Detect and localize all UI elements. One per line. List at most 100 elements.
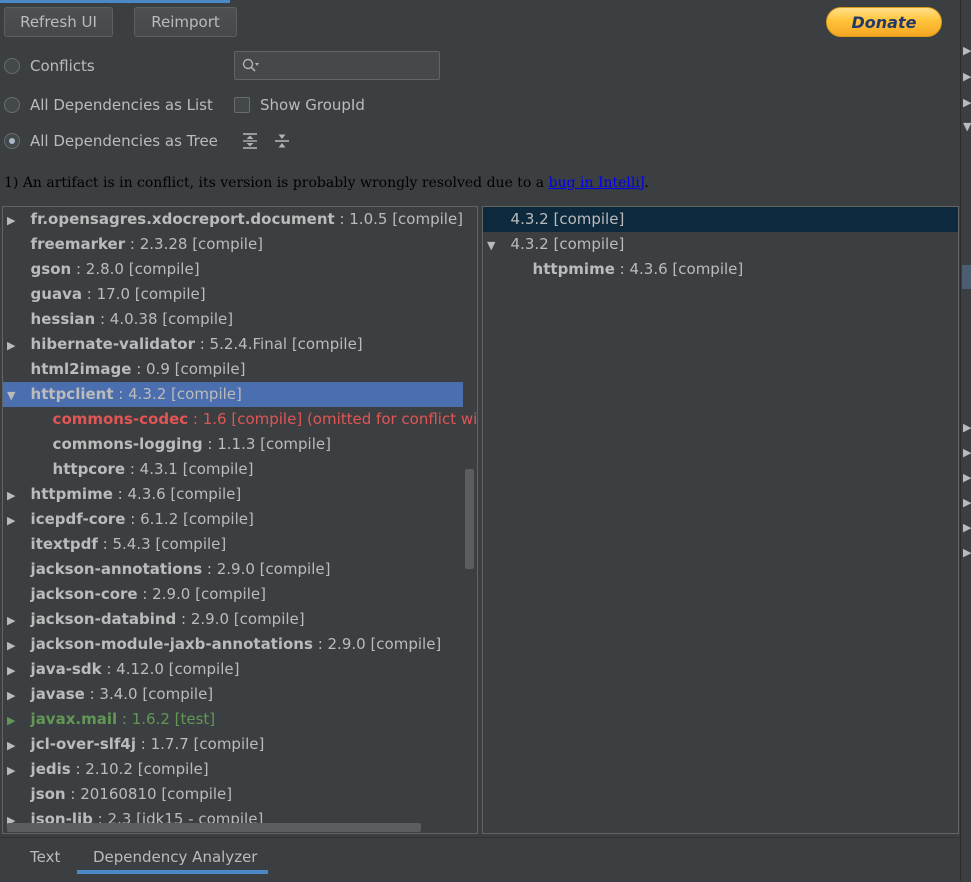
tree-row[interactable]: gson : 2.8.0 [compile] — [3, 257, 463, 282]
tree-row[interactable]: ▼ 4.3.2 [compile] — [483, 232, 958, 257]
collapse-arrow-icon[interactable]: ▼ — [7, 383, 21, 408]
expand-arrow-icon[interactable]: ▶ — [7, 208, 21, 233]
tree-row[interactable]: html2image : 0.9 [compile] — [3, 357, 463, 382]
tree-row[interactable]: ▶ icepdf-core : 6.1.2 [compile] — [3, 507, 463, 532]
radio-tree-indicator[interactable] — [4, 133, 20, 149]
artifact-name: jcl-over-slf4j — [30, 735, 137, 753]
tree-row[interactable]: json : 20160810 [compile] — [3, 782, 463, 807]
tree-row[interactable]: ▶ jackson-databind : 2.9.0 [compile] — [3, 607, 463, 632]
artifact-version: : 1.1.3 [compile] — [202, 435, 331, 453]
side-collapsed-icon[interactable]: ▶ — [963, 521, 971, 534]
tree-row[interactable]: ▶ httpmime : 4.3.6 [compile] — [3, 482, 463, 507]
tree-row[interactable]: ▶ javax.mail : 1.6.2 [test] — [3, 707, 463, 732]
expand-arrow-icon[interactable]: ▶ — [7, 508, 21, 533]
tab-text[interactable]: Text — [30, 846, 60, 868]
artifact-name: html2image — [30, 360, 132, 378]
search-icon[interactable] — [242, 58, 260, 74]
artifact-name: itextpdf — [30, 535, 98, 553]
expand-arrow-icon[interactable]: ▶ — [7, 483, 21, 508]
radio-all-as-list[interactable]: All Dependencies as List — [4, 94, 213, 116]
tree-row[interactable]: itextpdf : 5.4.3 [compile] — [3, 532, 463, 557]
radio-conflicts-indicator[interactable] — [4, 58, 20, 74]
donate-button[interactable]: Donate — [826, 7, 942, 37]
artifact-version: : 2.9.0 [compile] — [176, 610, 305, 628]
side-collapsed-icon[interactable]: ▶ — [963, 496, 971, 509]
notice-period: . — [644, 175, 649, 191]
reimport-button[interactable]: Reimport — [134, 7, 237, 37]
side-collapsed-icon[interactable]: ▶ — [963, 421, 971, 434]
usage-tree-panel[interactable]: 4.3.2 [compile] ▼ 4.3.2 [compile] httpmim… — [482, 206, 959, 834]
collapse-all-icon[interactable] — [272, 131, 292, 151]
expand-arrow-icon[interactable]: ▶ — [7, 758, 21, 783]
tree-row[interactable]: commons-codec : 1.6 [compile] (omitted f… — [3, 407, 477, 432]
active-tab-indicator — [77, 870, 268, 874]
artifact-version: : 5.2.4.Final [compile] — [194, 335, 363, 353]
tree-row[interactable]: ▶ jedis : 2.10.2 [compile] — [3, 757, 463, 782]
expand-arrow-icon[interactable]: ▶ — [7, 633, 21, 658]
tree-row[interactable]: ▶ hibernate-validator : 5.2.4.Final [com… — [3, 332, 463, 357]
artifact-version: : 4.12.0 [compile] — [101, 660, 240, 678]
radio-conflicts[interactable]: Conflicts — [4, 55, 95, 77]
tree-row[interactable]: guava : 17.0 [compile] — [3, 282, 463, 307]
show-groupid-checkbox[interactable]: Show GroupId — [234, 94, 365, 116]
artifact-version: : 4.0.38 [compile] — [95, 310, 234, 328]
tree-row[interactable]: ▶ java-sdk : 4.12.0 [compile] — [3, 657, 463, 682]
refresh-ui-button[interactable]: Refresh UI — [4, 7, 113, 37]
tree-row[interactable]: ▶ fr.opensagres.xdocreport.document : 1.… — [3, 207, 463, 232]
artifact-version: : 4.3.1 [compile] — [125, 460, 254, 478]
tree-row[interactable]: jackson-core : 2.9.0 [compile] — [3, 582, 463, 607]
tree-row[interactable]: jackson-annotations : 2.9.0 [compile] — [3, 557, 463, 582]
artifact-version: : 0.9 [compile] — [131, 360, 246, 378]
radio-list-indicator[interactable] — [4, 97, 20, 113]
show-groupid-box[interactable] — [234, 97, 250, 113]
side-expanded-icon[interactable]: ▼ — [963, 120, 971, 133]
expand-arrow-icon[interactable]: ▶ — [7, 683, 21, 708]
search-field[interactable] — [234, 51, 440, 80]
horizontal-scrollbar[interactable] — [7, 823, 421, 832]
intellij-bug-link[interactable]: bug in IntelliJ — [549, 175, 645, 191]
artifact-name: json — [30, 785, 66, 803]
side-collapsed-icon[interactable]: ▶ — [963, 70, 971, 83]
tab-dependency-analyzer[interactable]: Dependency Analyzer — [93, 846, 257, 868]
vertical-scrollbar[interactable] — [465, 469, 474, 569]
search-input[interactable] — [267, 55, 436, 78]
expand-arrow-icon[interactable]: ▶ — [7, 608, 21, 633]
side-collapsed-icon[interactable]: ▶ — [963, 471, 971, 484]
artifact-name: javax.mail — [30, 710, 118, 728]
tree-row[interactable]: httpcore : 4.3.1 [compile] — [3, 457, 463, 482]
tree-row[interactable]: ▶ jcl-over-slf4j : 1.7.7 [compile] — [3, 732, 463, 757]
radio-all-as-tree[interactable]: All Dependencies as Tree — [4, 130, 218, 152]
tree-row[interactable]: commons-logging : 1.1.3 [compile] — [3, 432, 463, 457]
tree-row[interactable]: 4.3.2 [compile] — [483, 207, 958, 232]
top-accent-strip — [0, 0, 960, 3]
side-collapsed-icon[interactable]: ▶ — [963, 96, 971, 109]
expand-arrow-icon[interactable]: ▶ — [7, 708, 21, 733]
expand-arrow-icon[interactable]: ▶ — [7, 733, 21, 758]
expand-arrow-icon[interactable]: ▶ — [7, 333, 21, 358]
artifact-version: : 4.3.6 [compile] — [614, 260, 744, 278]
radio-conflicts-label: Conflicts — [30, 57, 95, 75]
tree-row[interactable]: ▶ javase : 3.4.0 [compile] — [3, 682, 463, 707]
tree-row[interactable]: httpmime : 4.3.6 [compile] — [483, 257, 958, 282]
dependency-tree-panel[interactable]: ▶ fr.opensagres.xdocreport.document : 1.… — [2, 206, 478, 834]
artifact-name: gson — [30, 260, 72, 278]
artifact-version: : 1.6 [compile] (omitted for conflict wi… — [188, 410, 478, 428]
artifact-version: : 2.8.0 [compile] — [71, 260, 200, 278]
expand-arrow-icon[interactable]: ▶ — [7, 658, 21, 683]
artifact-version: : 5.4.3 [compile] — [97, 535, 227, 553]
tree-row[interactable]: hessian : 4.0.38 [compile] — [3, 307, 463, 332]
radio-list-label: All Dependencies as List — [30, 96, 213, 114]
artifact-name: guava — [30, 285, 82, 303]
expand-all-icon[interactable] — [240, 131, 260, 151]
tree-row[interactable]: ▶ jackson-module-jaxb-annotations : 2.9.… — [3, 632, 463, 657]
artifact-name: hibernate-validator — [30, 335, 195, 353]
tree-row[interactable]: freemarker : 2.3.28 [compile] — [3, 232, 463, 257]
side-collapsed-icon[interactable]: ▶ — [963, 44, 971, 57]
artifact-version: : 20160810 [compile] — [65, 785, 233, 803]
side-collapsed-icon[interactable]: ▶ — [963, 546, 971, 559]
artifact-name: fr.opensagres.xdocreport.document — [30, 210, 335, 228]
artifact-name: httpclient — [30, 385, 114, 403]
side-collapsed-icon[interactable]: ▶ — [963, 446, 971, 459]
collapse-arrow-icon[interactable]: ▼ — [487, 233, 501, 258]
tree-row[interactable]: ▼ httpclient : 4.3.2 [compile] — [3, 382, 463, 407]
